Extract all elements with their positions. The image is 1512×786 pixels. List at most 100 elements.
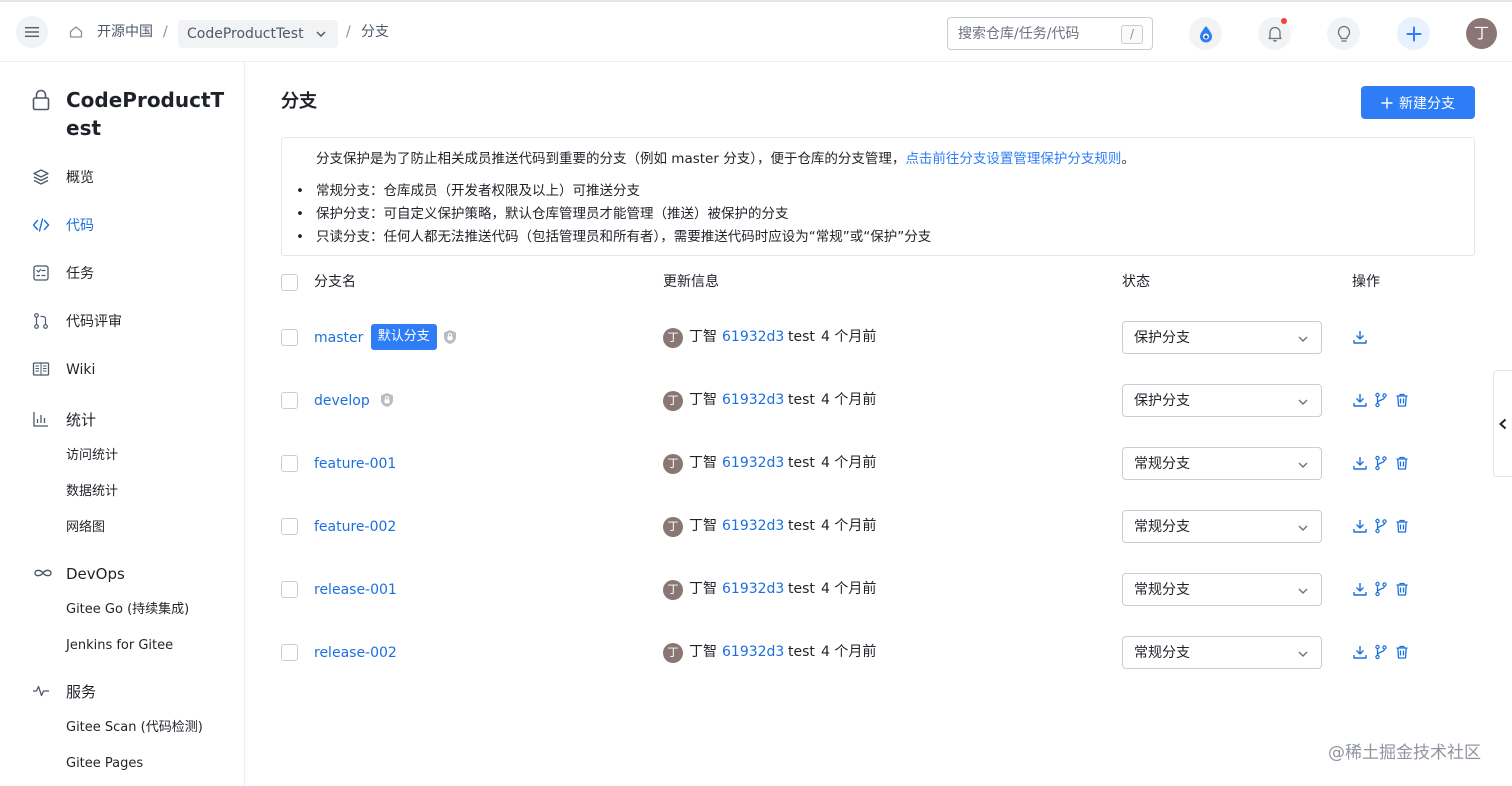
delete-trash-icon[interactable] [1394,581,1410,597]
commit-author[interactable]: 丁智 [689,390,717,410]
commit-hash-link[interactable]: 61932d3 [722,453,784,473]
sidebar-item-code[interactable]: 代码 [0,214,244,238]
sidebar-item-wiki[interactable]: Wiki [0,358,244,382]
branch-name-link[interactable]: release-001 [314,580,397,600]
sidebar-item-code-review[interactable]: 代码评审 [0,310,244,334]
commit-time: 4 个月前 [821,455,877,471]
commit-author[interactable]: 丁智 [689,642,717,662]
breadcrumb-org[interactable]: 开源中国 [97,22,153,42]
branch-name-link[interactable]: release-002 [314,643,397,663]
commit-author[interactable]: 丁智 [689,453,717,473]
download-icon[interactable] [1352,392,1368,408]
sidebar-section-services[interactable]: 服务 [0,680,244,704]
search-input[interactable] [958,24,1118,44]
author-avatar[interactable]: 丁 [663,580,683,600]
column-header-status: 状态 [1122,274,1150,290]
sidebar-subitem-gitee-pages[interactable]: Gitee Pages [66,754,143,774]
commit-hash-link[interactable]: 61932d3 [722,642,784,662]
branch-status-select[interactable]: 常规分支 [1122,447,1322,480]
sidebar-section-devops[interactable]: DevOps [0,562,244,586]
sidebar-item-label: 代码 [66,218,94,234]
download-icon[interactable] [1352,644,1368,660]
protection-settings-link[interactable]: 点击前往分支设置管理保护分支规则 [905,151,1121,167]
new-branch-button[interactable]: 新建分支 [1361,86,1475,119]
sidebar-subitem-gitee-go[interactable]: Gitee Go (持续集成) [66,600,189,620]
download-icon[interactable] [1352,455,1368,471]
commit-author[interactable]: 丁智 [689,327,717,347]
download-icon[interactable] [1352,518,1368,534]
author-avatar[interactable]: 丁 [663,517,683,537]
sidebar-item-label: 概览 [66,170,94,186]
row-checkbox[interactable] [281,329,298,346]
row-checkbox[interactable] [281,455,298,472]
notice-bullet-text: 常规分支：仓库成员（开发者权限及以上）可推送分支 [316,183,640,199]
commit-hash-link[interactable]: 61932d3 [722,516,784,536]
commit-message: test [788,455,815,471]
top-bar: 开源中国 / CodeProductTest / 分支 / [0,0,1512,62]
delete-trash-icon[interactable] [1394,644,1410,660]
protected-shield-icon [381,393,394,407]
branch-status-value: 常规分支 [1134,456,1190,472]
branch-status-select[interactable]: 常规分支 [1122,573,1322,606]
author-avatar[interactable]: 丁 [663,391,683,411]
home-icon[interactable] [68,24,84,40]
delete-trash-icon[interactable] [1394,455,1410,471]
create-button[interactable] [1397,17,1430,50]
commit-hash-link[interactable]: 61932d3 [722,390,784,410]
branch-name-link[interactable]: master [314,328,363,348]
author-avatar[interactable]: 丁 [663,328,683,348]
row-checkbox[interactable] [281,392,298,409]
select-all-checkbox[interactable] [281,274,298,291]
sidebar-section-stats[interactable]: 统计 [0,408,244,432]
row-checkbox[interactable] [281,518,298,535]
menu-button[interactable] [16,16,48,48]
task-icon [33,265,49,281]
user-avatar[interactable]: 丁 [1466,18,1497,49]
row-checkbox[interactable] [281,644,298,661]
global-search[interactable]: / [947,17,1153,50]
row-checkbox[interactable] [281,581,298,598]
branch-name-link[interactable]: feature-002 [314,517,396,537]
sidebar-subitem-gitee-scan[interactable]: Gitee Scan (代码检测) [66,718,203,738]
commit-author[interactable]: 丁智 [689,579,717,599]
branch-compare-icon[interactable] [1373,392,1389,408]
branch-status-select[interactable]: 常规分支 [1122,510,1322,543]
branch-status-select[interactable]: 保护分支 [1122,321,1322,354]
sidebar-subitem-data-stats[interactable]: 数据统计 [66,482,118,502]
tips-button[interactable] [1327,17,1360,50]
author-avatar[interactable]: 丁 [663,454,683,474]
sidebar: CodeProductTest 概览 代码 任务 代码评审 Wiki 统计 访问… [0,62,245,786]
sidebar-subitem-jenkins[interactable]: Jenkins for Gitee [66,636,173,656]
collapse-side-panel-tab[interactable] [1493,370,1512,477]
sidebar-repo-name[interactable]: CodeProductTest [66,86,226,142]
commit-hash-link[interactable]: 61932d3 [722,579,784,599]
sidebar-item-tasks[interactable]: 任务 [0,262,244,286]
branch-status-select[interactable]: 保护分支 [1122,384,1322,417]
sidebar-subitem-network[interactable]: 网络图 [66,518,105,538]
branch-compare-icon[interactable] [1373,518,1389,534]
download-icon[interactable] [1352,329,1368,345]
branch-status-value: 保护分支 [1134,330,1190,346]
table-row: master 默认分支 丁丁智 61932d3 test 4 个月前 保护分支 [281,318,1475,358]
repo-switcher[interactable]: CodeProductTest [178,20,338,48]
chevron-down-icon [1298,399,1308,405]
branch-name-link[interactable]: develop [314,391,370,411]
chevron-down-icon [1298,588,1308,594]
branch-status-select[interactable]: 常规分支 [1122,636,1322,669]
download-icon[interactable] [1352,581,1368,597]
commit-author[interactable]: 丁智 [689,516,717,536]
branch-name-link[interactable]: feature-001 [314,454,396,474]
commit-hash-link[interactable]: 61932d3 [722,327,784,347]
notifications-button[interactable] [1258,17,1291,50]
gitee-assistant-button[interactable] [1189,17,1222,50]
branch-compare-icon[interactable] [1373,644,1389,660]
branch-status-value: 常规分支 [1134,582,1190,598]
sidebar-item-overview[interactable]: 概览 [0,166,244,190]
author-avatar[interactable]: 丁 [663,643,683,663]
delete-trash-icon[interactable] [1394,392,1410,408]
branch-compare-icon[interactable] [1373,455,1389,471]
sidebar-subitem-visit-stats[interactable]: 访问统计 [66,446,118,466]
delete-trash-icon[interactable] [1394,518,1410,534]
branch-status-value: 常规分支 [1134,519,1190,535]
branch-compare-icon[interactable] [1373,581,1389,597]
